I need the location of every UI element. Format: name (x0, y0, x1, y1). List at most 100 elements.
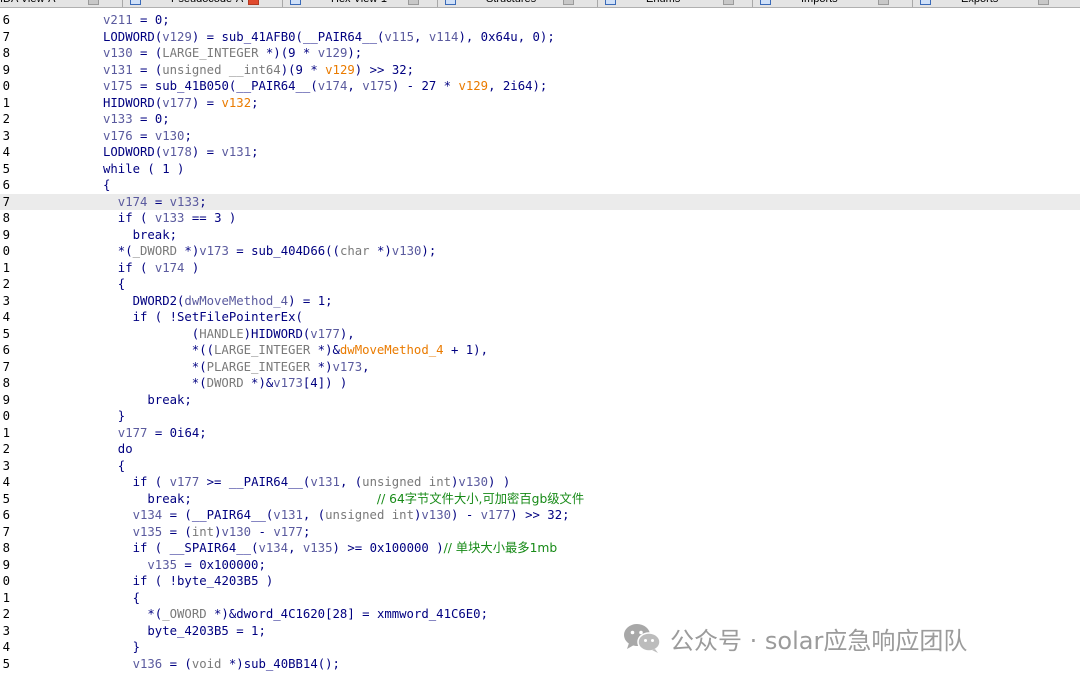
code-line[interactable]: 7 v135 = (int)v130 - v177; (0, 524, 1080, 541)
code-token: - (251, 524, 274, 539)
code-token: ) (428, 541, 444, 555)
code-line[interactable]: 3 v176 = v130; (0, 128, 1080, 145)
close-icon[interactable] (88, 0, 99, 5)
code-text: DWORD2(dwMoveMethod_4) = 1; (133, 293, 333, 310)
code-token: ) = (288, 293, 318, 308)
line-number: 1 (2, 425, 10, 440)
code-line[interactable]: 8 if ( __SPAIR64__(v134, v135) >= 0x10000… (0, 540, 1080, 557)
code-token: 32 (391, 62, 407, 77)
close-icon[interactable] (248, 0, 259, 5)
code-line[interactable]: 9 v131 = (unsigned __int64)(9 * v129) >> … (0, 62, 1080, 79)
code-token: , (488, 79, 503, 93)
line-number: 6 (2, 178, 10, 192)
code-line[interactable]: 6 v211 = 0; (0, 12, 1080, 29)
code-line[interactable]: 8 v130 = (LARGE_INTEGER *)(9 * v129); (0, 45, 1080, 62)
code-line[interactable]: 3 DWORD2(dwMoveMethod_4) = 1; (0, 293, 1080, 310)
code-line[interactable]: 8 *(DWORD *)&v173[4]) ) (0, 375, 1080, 392)
code-token: ) >= (332, 541, 370, 555)
code-comment: // 64字节文件大小,可加密百gb级文件 (376, 491, 585, 506)
tab-enums[interactable]: Enums (605, 0, 734, 7)
code-line[interactable]: 4 LODWORD(v178) = v131; (0, 144, 1080, 161)
pseudocode-view[interactable]: 6 v211 = 0; 7 LODWORD(v129) = sub_41AFB0(__… (0, 12, 1080, 680)
code-token: v134 (258, 541, 289, 555)
code-token: ), (339, 326, 355, 341)
code-token: v130 (391, 244, 422, 258)
code-line[interactable]: 6{ (0, 177, 1080, 194)
code-token: ; (184, 392, 192, 407)
code-line[interactable]: 6 v134 = (__PAIR64__(v131, (unsigned int)… (0, 507, 1080, 524)
code-line[interactable]: 9 break; (0, 227, 1080, 244)
close-icon[interactable] (408, 0, 419, 5)
code-line[interactable]: 8 if ( v133 == 3 ) (0, 210, 1080, 227)
code-line[interactable]: 7 v174 = v133; (0, 193, 1080, 210)
close-icon[interactable] (1038, 0, 1049, 5)
code-line[interactable]: 4 if ( v177 >= __PAIR64__(v131, (unsigned… (0, 474, 1080, 491)
line-number: 4 (2, 145, 10, 159)
code-text: { (118, 458, 125, 475)
code-token: ( (295, 29, 303, 44)
code-token: v211 (103, 13, 133, 27)
tab-pseudocode-a[interactable]: Pseudocode-A (130, 0, 259, 7)
code-token: = (147, 194, 170, 209)
code-token: v114 (428, 29, 459, 44)
code-token: )( (280, 62, 296, 77)
code-line[interactable]: 1 HIDWORD(v177) = v132; (0, 95, 1080, 112)
tab-hex-view-1[interactable]: Hex View-1 (290, 0, 419, 7)
code-line[interactable]: 0} (0, 408, 1080, 425)
code-token: v177 (310, 326, 340, 341)
code-token: ) (184, 260, 200, 275)
code-line[interactable]: 5 break; // 64字节文件大小,可加密百gb级文件 (0, 491, 1080, 508)
code-token: ; (162, 112, 170, 126)
code-token: = (228, 244, 252, 258)
code-line[interactable]: 0 v175 = sub_41B050(__PAIR64__(v174, v175… (0, 78, 1080, 95)
tab-imports[interactable]: Imports (760, 0, 889, 7)
code-token: HIDWORD (103, 95, 155, 110)
code-text: v175 = sub_41B050(__PAIR64__(v174, v175)… (103, 78, 547, 95)
code-token: ; (302, 524, 311, 539)
line-number: 6 (2, 508, 10, 522)
code-line[interactable]: 2 do (0, 441, 1080, 458)
code-line[interactable]: 4 if ( !SetFilePointerEx( (0, 309, 1080, 326)
code-token: ) >> (354, 62, 392, 77)
code-line[interactable]: 9 break; (0, 392, 1080, 409)
close-icon[interactable] (563, 0, 574, 5)
code-token: ; (258, 557, 266, 572)
code-token: *) (221, 656, 244, 671)
code-line[interactable]: 9 v135 = 0x100000; (0, 557, 1080, 574)
tab-label: Enums (646, 0, 680, 5)
code-text: if ( v177 >= __PAIR64__(v131, (unsigned … (133, 474, 511, 491)
code-line[interactable]: 7 LODWORD(v129) = sub_41AFB0(__PAIR64__(v… (0, 29, 1080, 46)
code-line[interactable]: 0 *(_DWORD *)v173 = sub_404D66((char *)v1… (0, 243, 1080, 260)
code-token: __PAIR64__ (302, 29, 377, 44)
code-line[interactable]: 1{ (0, 590, 1080, 607)
line-number: 2 (2, 442, 10, 456)
tab-view-icon (605, 0, 616, 5)
code-token: ) (258, 574, 274, 588)
tab-exports[interactable]: Exports (920, 0, 1049, 7)
code-line[interactable]: 0 if ( !byte_4203B5 ) (0, 573, 1080, 590)
code-token: v173 (199, 244, 229, 258)
code-line[interactable]: 1 if ( v174 ) (0, 260, 1080, 277)
tab-view-icon (130, 0, 141, 5)
code-line[interactable]: 2 v133 = 0; (0, 111, 1080, 128)
tab-structures[interactable]: Structures (445, 0, 574, 7)
code-line[interactable]: 6 *((LARGE_INTEGER *)&dwMoveMethod_4 + 1)… (0, 342, 1080, 359)
code-line[interactable]: 1 v177 = 0i64; (0, 425, 1080, 442)
line-number: 3 (2, 128, 10, 143)
code-line[interactable]: 5 v136 = (void *)sub_40BB14(); (0, 656, 1080, 673)
code-token: v115 (384, 29, 415, 44)
code-line[interactable]: 5 while ( 1 ) (0, 161, 1080, 178)
code-token: v133 (154, 211, 185, 225)
code-token: *) (310, 359, 333, 374)
close-icon[interactable] (878, 0, 889, 5)
code-token: *( (147, 607, 163, 621)
code-text: } (118, 408, 125, 425)
code-text: { (118, 276, 125, 293)
code-line[interactable]: 5 (HANDLE)HIDWORD(v177), (0, 326, 1080, 343)
tab-ida-view-a[interactable]: IDA View-A (0, 0, 99, 7)
code-line[interactable]: 7 *(PLARGE_INTEGER *)v173, (0, 359, 1080, 376)
code-token: , (362, 359, 370, 374)
code-line[interactable]: 3{ (0, 458, 1080, 475)
close-icon[interactable] (723, 0, 734, 5)
code-line[interactable]: 2{ (0, 276, 1080, 293)
